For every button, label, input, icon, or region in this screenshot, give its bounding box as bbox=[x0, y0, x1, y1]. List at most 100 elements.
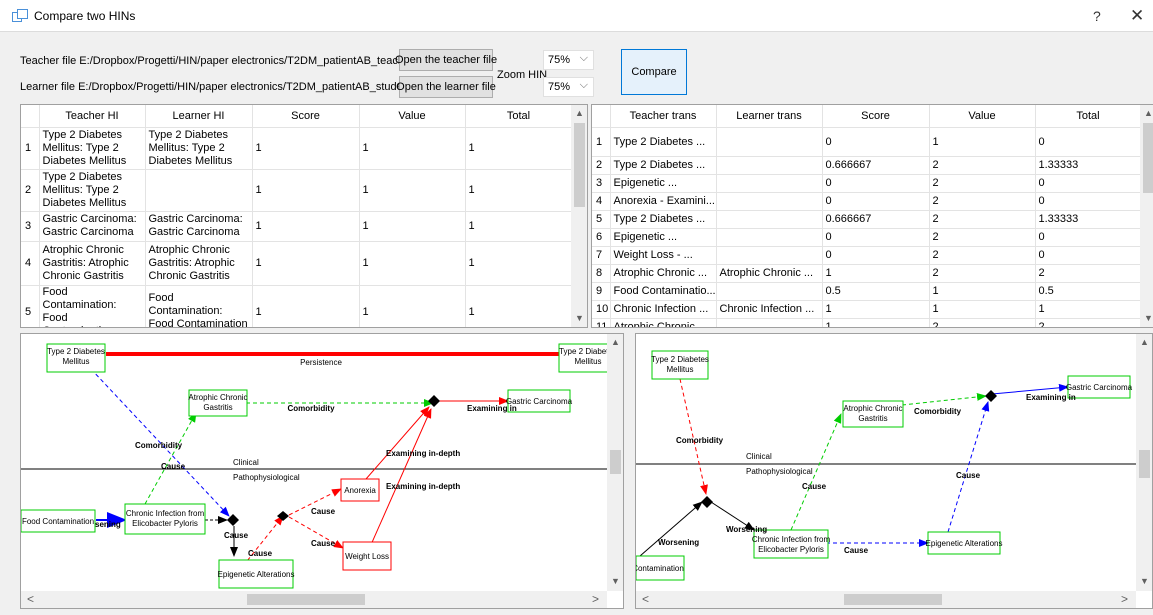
table-row[interactable]: 3 Epigenetic ... 0 2 0 bbox=[592, 174, 1142, 193]
total-cell: 1 bbox=[1035, 300, 1142, 319]
edge bbox=[639, 501, 703, 557]
learner-trans-cell bbox=[716, 210, 823, 229]
help-button[interactable]: ? bbox=[1093, 8, 1101, 24]
column-header[interactable]: Total bbox=[1035, 105, 1142, 128]
total-cell: 0 bbox=[1035, 127, 1142, 157]
row-number: 8 bbox=[592, 264, 611, 283]
teacher-hin-hscroll[interactable]: < > bbox=[21, 591, 607, 608]
column-header[interactable]: Score bbox=[822, 105, 930, 128]
level-label-clinical: Clinical bbox=[233, 458, 259, 467]
scroll-down-icon[interactable]: ▼ bbox=[1136, 576, 1152, 586]
scroll-right-icon[interactable]: > bbox=[592, 592, 599, 606]
node-anorexia[interactable]: Anorexia bbox=[344, 486, 376, 495]
table-row[interactable]: 2 Type 2 Diabetes Mellitus: Type 2 Diabe… bbox=[21, 169, 573, 212]
scroll-down-icon[interactable]: ▼ bbox=[571, 313, 587, 323]
table-row[interactable]: 4 Anorexia - Examini... 0 2 0 bbox=[592, 192, 1142, 211]
node-gastric[interactable]: Gastric Carcinoma bbox=[1066, 383, 1133, 392]
scroll-up-icon[interactable]: ▲ bbox=[571, 108, 587, 118]
learner-hin-canvas[interactable]: Type 2 Diabetes Mellitus Atrophic Chronic… bbox=[635, 333, 1153, 609]
table-row[interactable]: 6 Epigenetic ... 0 2 0 bbox=[592, 228, 1142, 247]
column-header[interactable]: Value bbox=[929, 105, 1036, 128]
scroll-up-icon[interactable]: ▲ bbox=[607, 337, 623, 347]
score-cell: 1 bbox=[822, 300, 930, 319]
compare-button[interactable]: Compare bbox=[621, 49, 687, 95]
scroll-thumb[interactable] bbox=[1143, 123, 1153, 193]
edge-label: Examining in-depth bbox=[386, 482, 460, 491]
scroll-thumb[interactable] bbox=[610, 450, 621, 474]
row-number: 1 bbox=[21, 127, 40, 170]
trans-table-vscroll[interactable]: ▲ ▼ bbox=[1140, 105, 1153, 327]
teacher-hin-vscroll[interactable]: ▲ ▼ bbox=[607, 334, 623, 591]
table-row[interactable]: 7 Weight Loss - ... 0 2 0 bbox=[592, 246, 1142, 265]
edge bbox=[947, 401, 990, 533]
teacher-trans-cell: Food Contaminatio... bbox=[610, 282, 717, 301]
table-row[interactable]: 1 Type 2 Diabetes Mellitus: Type 2 Diabe… bbox=[21, 127, 573, 170]
row-number: 9 bbox=[592, 282, 611, 301]
column-header[interactable]: Learner trans bbox=[716, 105, 823, 128]
column-header[interactable]: Value bbox=[359, 105, 466, 128]
row-number: 2 bbox=[21, 169, 40, 212]
learner-trans-cell bbox=[716, 174, 823, 193]
zoom-learner-select[interactable]: 75% ⌵ bbox=[543, 77, 594, 97]
trans-table: Teacher trans Learner trans Score Value … bbox=[591, 104, 1153, 328]
scroll-thumb[interactable] bbox=[247, 594, 365, 605]
scroll-up-icon[interactable]: ▲ bbox=[1136, 337, 1152, 347]
column-header[interactable]: Total bbox=[465, 105, 573, 128]
scroll-thumb[interactable] bbox=[844, 594, 942, 605]
row-number: 5 bbox=[592, 210, 611, 229]
table-row[interactable]: 8 Atrophic Chronic ... Atrophic Chronic ..… bbox=[592, 264, 1142, 283]
teacher-hi-cell: Type 2 Diabetes Mellitus: Type 2 Diabete… bbox=[39, 127, 146, 170]
teacher-hin-canvas[interactable]: Type 2 DiabetesMellitus Type 2 DiabetesM… bbox=[20, 333, 624, 609]
table-row[interactable]: 4 Atrophic Chronic Gastritis: Atrophic C… bbox=[21, 241, 573, 286]
table-row[interactable]: 10 Chronic Infection ... Chronic Infection… bbox=[592, 300, 1142, 319]
column-header[interactable]: Score bbox=[252, 105, 360, 128]
scroll-right-icon[interactable]: > bbox=[1121, 592, 1128, 606]
learner-trans-cell: Atrophic Chronic ... bbox=[716, 264, 823, 283]
learner-hin-hscroll[interactable]: < > bbox=[636, 591, 1136, 608]
table-row[interactable]: 11 Atrophic Chronic 1 2 2 bbox=[592, 318, 1142, 327]
score-cell: 1 bbox=[822, 264, 930, 283]
table-row[interactable]: 1 Type 2 Diabetes ... 0 1 0 bbox=[592, 127, 1142, 157]
node-chronic[interactable]: Chronic Infection from Elicobacter Pylori… bbox=[126, 509, 205, 528]
scroll-down-icon[interactable]: ▼ bbox=[607, 576, 623, 586]
scroll-thumb[interactable] bbox=[1139, 450, 1150, 478]
zoom-teacher-select[interactable]: 75% ⌵ bbox=[543, 50, 594, 70]
table-row[interactable]: 9 Food Contaminatio... 0.5 1 0.5 bbox=[592, 282, 1142, 301]
node-epigenetic[interactable]: Epigenetic Alterations bbox=[926, 539, 1003, 548]
trans-table-header: Teacher trans Learner trans Score Value … bbox=[592, 105, 1142, 128]
teacher-hi-cell: Gastric Carcinoma: Gastric Carcinoma bbox=[39, 211, 146, 242]
open-teacher-button[interactable]: Open the teacher file bbox=[395, 49, 497, 71]
value-cell: 1 bbox=[929, 282, 1036, 301]
column-header[interactable]: Teacher HI bbox=[39, 105, 146, 128]
node-food[interactable]: Food Contamination bbox=[22, 517, 94, 526]
value-cell: 2 bbox=[929, 264, 1036, 283]
scroll-left-icon[interactable]: < bbox=[642, 592, 649, 606]
table-row[interactable]: 3 Gastric Carcinoma: Gastric Carcinoma G… bbox=[21, 211, 573, 242]
node-contamination[interactable]: Contamination bbox=[636, 564, 684, 573]
table-row[interactable]: 5 Food Contamination: Food Contamination… bbox=[21, 285, 573, 327]
learner-hi-cell bbox=[145, 169, 253, 212]
close-button[interactable]: ✕ bbox=[1130, 6, 1144, 26]
value-cell: 1 bbox=[929, 300, 1036, 319]
table-row[interactable]: 2 Type 2 Diabetes ... 0.666667 2 1.33333 bbox=[592, 156, 1142, 175]
edge-label: Cause bbox=[224, 531, 249, 540]
table-row[interactable]: 5 Type 2 Diabetes ... 0.666667 2 1.33333 bbox=[592, 210, 1142, 229]
score-cell: 1 bbox=[252, 169, 360, 212]
learner-hi-cell: Gastric Carcinoma: Gastric Carcinoma bbox=[145, 211, 253, 242]
edge-label: Cause bbox=[161, 462, 186, 471]
node-chronic[interactable]: Chronic Infection from Elicobacter Pylori… bbox=[752, 535, 831, 554]
teacher-trans-cell: Epigenetic ... bbox=[610, 174, 717, 193]
node-epigenetic[interactable]: Epigenetic Alterations bbox=[218, 570, 295, 579]
scroll-left-icon[interactable]: < bbox=[27, 592, 34, 606]
scroll-up-icon[interactable]: ▲ bbox=[1140, 108, 1153, 118]
value-cell: 1 bbox=[929, 127, 1036, 157]
learner-hin-vscroll[interactable]: ▲ ▼ bbox=[1136, 334, 1152, 591]
column-header[interactable]: Learner HI bbox=[145, 105, 253, 128]
open-learner-button[interactable]: Open the learner file bbox=[396, 76, 496, 98]
scroll-down-icon[interactable]: ▼ bbox=[1140, 313, 1153, 323]
hi-table-vscroll[interactable]: ▲ ▼ bbox=[571, 105, 587, 327]
column-header[interactable]: Teacher trans bbox=[610, 105, 717, 128]
teacher-file-label: Teacher file E:/Dropbox/Progetti/HIN/pap… bbox=[20, 55, 444, 67]
node-weight[interactable]: Weight Loss bbox=[345, 552, 389, 561]
scroll-thumb[interactable] bbox=[574, 123, 585, 207]
